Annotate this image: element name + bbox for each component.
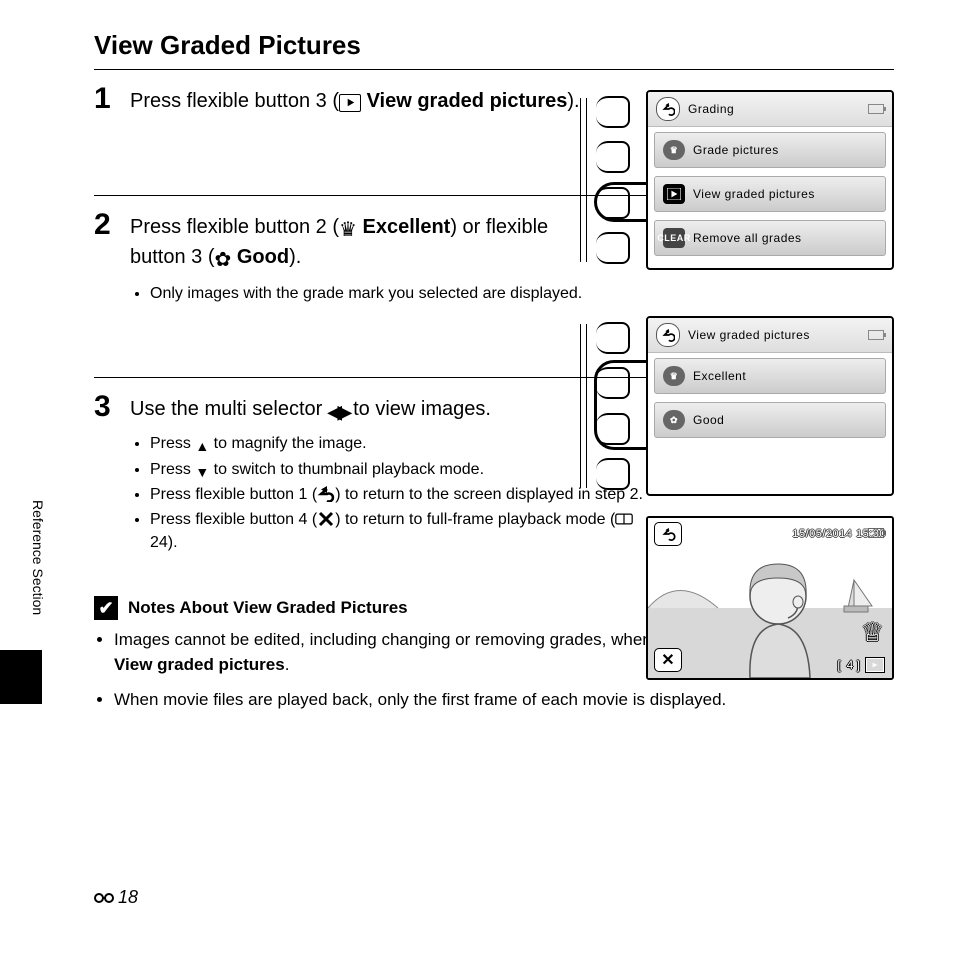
step-2: 2 Press flexible button 2 (♛ Excellent) … <box>94 210 894 307</box>
page-ref-icon <box>615 511 633 527</box>
step-2-bullet: Only images with the grade mark you sele… <box>150 282 590 305</box>
step-1-text: Press flexible button 3 ( View graded pi… <box>130 88 590 115</box>
crown-icon: ♛ <box>339 217 357 244</box>
text: Press flexible button 4 ( <box>150 511 317 528</box>
divider <box>94 69 894 70</box>
playback-icon <box>339 94 361 112</box>
bullet: Press flexible button 4 ( ) to return to … <box>150 508 650 554</box>
up-icon: ▲ <box>195 439 209 453</box>
step-number: 1 <box>94 84 130 114</box>
section-label: Reference Section <box>30 500 46 615</box>
menu-label: View graded pictures <box>693 187 815 201</box>
page-number-value: 18 <box>118 887 138 908</box>
battery-icon <box>868 330 884 340</box>
text: [ <box>837 658 840 672</box>
battery-icon <box>868 528 884 538</box>
text: . <box>285 655 290 674</box>
step-3-text: Use the multi selector ◀▶ to view images… <box>130 396 650 424</box>
rosette-icon: ✿ <box>215 247 232 274</box>
image-count: [ 4 ] <box>837 658 884 672</box>
step-number: 3 <box>94 392 130 422</box>
bullet: Press flexible button 1 ( ) to return to … <box>150 483 650 506</box>
screen-title: Grading <box>688 102 734 116</box>
back-icon <box>317 486 335 502</box>
text: ). <box>289 246 301 268</box>
text: 4 ] <box>847 658 860 672</box>
menu-item-view-graded: View graded pictures <box>654 176 886 212</box>
menu-label: Grade pictures <box>693 143 779 157</box>
manual-page: View Graded Pictures 1 Press flexible bu… <box>0 0 954 954</box>
left-right-icon: ◀▶ <box>328 400 348 424</box>
menu-label: Excellent <box>693 369 746 383</box>
menu-item-excellent: ♛ Excellent <box>654 358 886 394</box>
text: ) to return to the screen displayed in s… <box>335 486 643 503</box>
bullet: Press ▲ to magnify the image. <box>150 432 650 455</box>
page-title: View Graded Pictures <box>94 30 894 61</box>
side-tab: Reference Section <box>0 500 46 615</box>
back-icon <box>656 323 680 347</box>
close-icon: ✕ <box>654 648 682 672</box>
playback-preview: 15/05/2014 15:30 ♕ ✕ [ 4 ] <box>646 516 894 680</box>
close-icon <box>317 511 335 527</box>
text: to view images. <box>348 398 491 420</box>
crown-icon: ♕ <box>861 617 884 648</box>
flex-button-1 <box>596 322 630 354</box>
bullet: Press ▼ to switch to thumbnail playback … <box>150 458 650 481</box>
text: Press <box>150 435 195 452</box>
screen-title: View graded pictures <box>688 328 810 342</box>
reference-icon <box>94 891 116 905</box>
flex-button-1 <box>596 96 630 128</box>
page-number: 18 <box>94 887 138 908</box>
back-icon <box>656 97 680 121</box>
text: Press flexible button 3 ( <box>130 90 339 112</box>
text: 24). <box>150 534 178 551</box>
notes-heading: Notes About View Graded Pictures <box>128 598 408 618</box>
crown-icon: ♛ <box>663 366 685 386</box>
text-bold: Excellent <box>363 216 451 238</box>
playback-icon <box>663 184 685 204</box>
text: to switch to thumbnail playback mode. <box>209 461 484 478</box>
text: Press flexible button 2 ( <box>130 216 339 238</box>
step-2-text: Press flexible button 2 (♛ Excellent) or… <box>130 214 590 274</box>
text-bold: View graded pictures <box>367 90 568 112</box>
text: Press flexible button 1 ( <box>150 486 317 503</box>
note-item: When movie files are played back, only t… <box>114 688 894 713</box>
flex-button-2 <box>596 141 630 173</box>
text: ) to return to full-frame playback mode … <box>335 511 615 528</box>
text: Use the multi selector <box>130 398 328 420</box>
text: to magnify the image. <box>209 435 366 452</box>
battery-icon <box>868 104 884 114</box>
text: Press <box>150 461 195 478</box>
thumb-index <box>0 650 42 704</box>
text-bold: Good <box>237 246 289 268</box>
screen-header: View graded pictures <box>648 318 892 353</box>
screen-header: Grading <box>648 92 892 127</box>
back-icon <box>654 522 682 546</box>
text-bold: View graded pictures <box>114 655 285 674</box>
check-icon: ✔ <box>94 596 118 620</box>
down-icon: ▼ <box>195 465 209 479</box>
step-number: 2 <box>94 210 130 240</box>
playback-icon <box>866 658 884 672</box>
menu-item-grade-pictures: ♛ Grade pictures <box>654 132 886 168</box>
crown-icon: ♛ <box>663 140 685 160</box>
